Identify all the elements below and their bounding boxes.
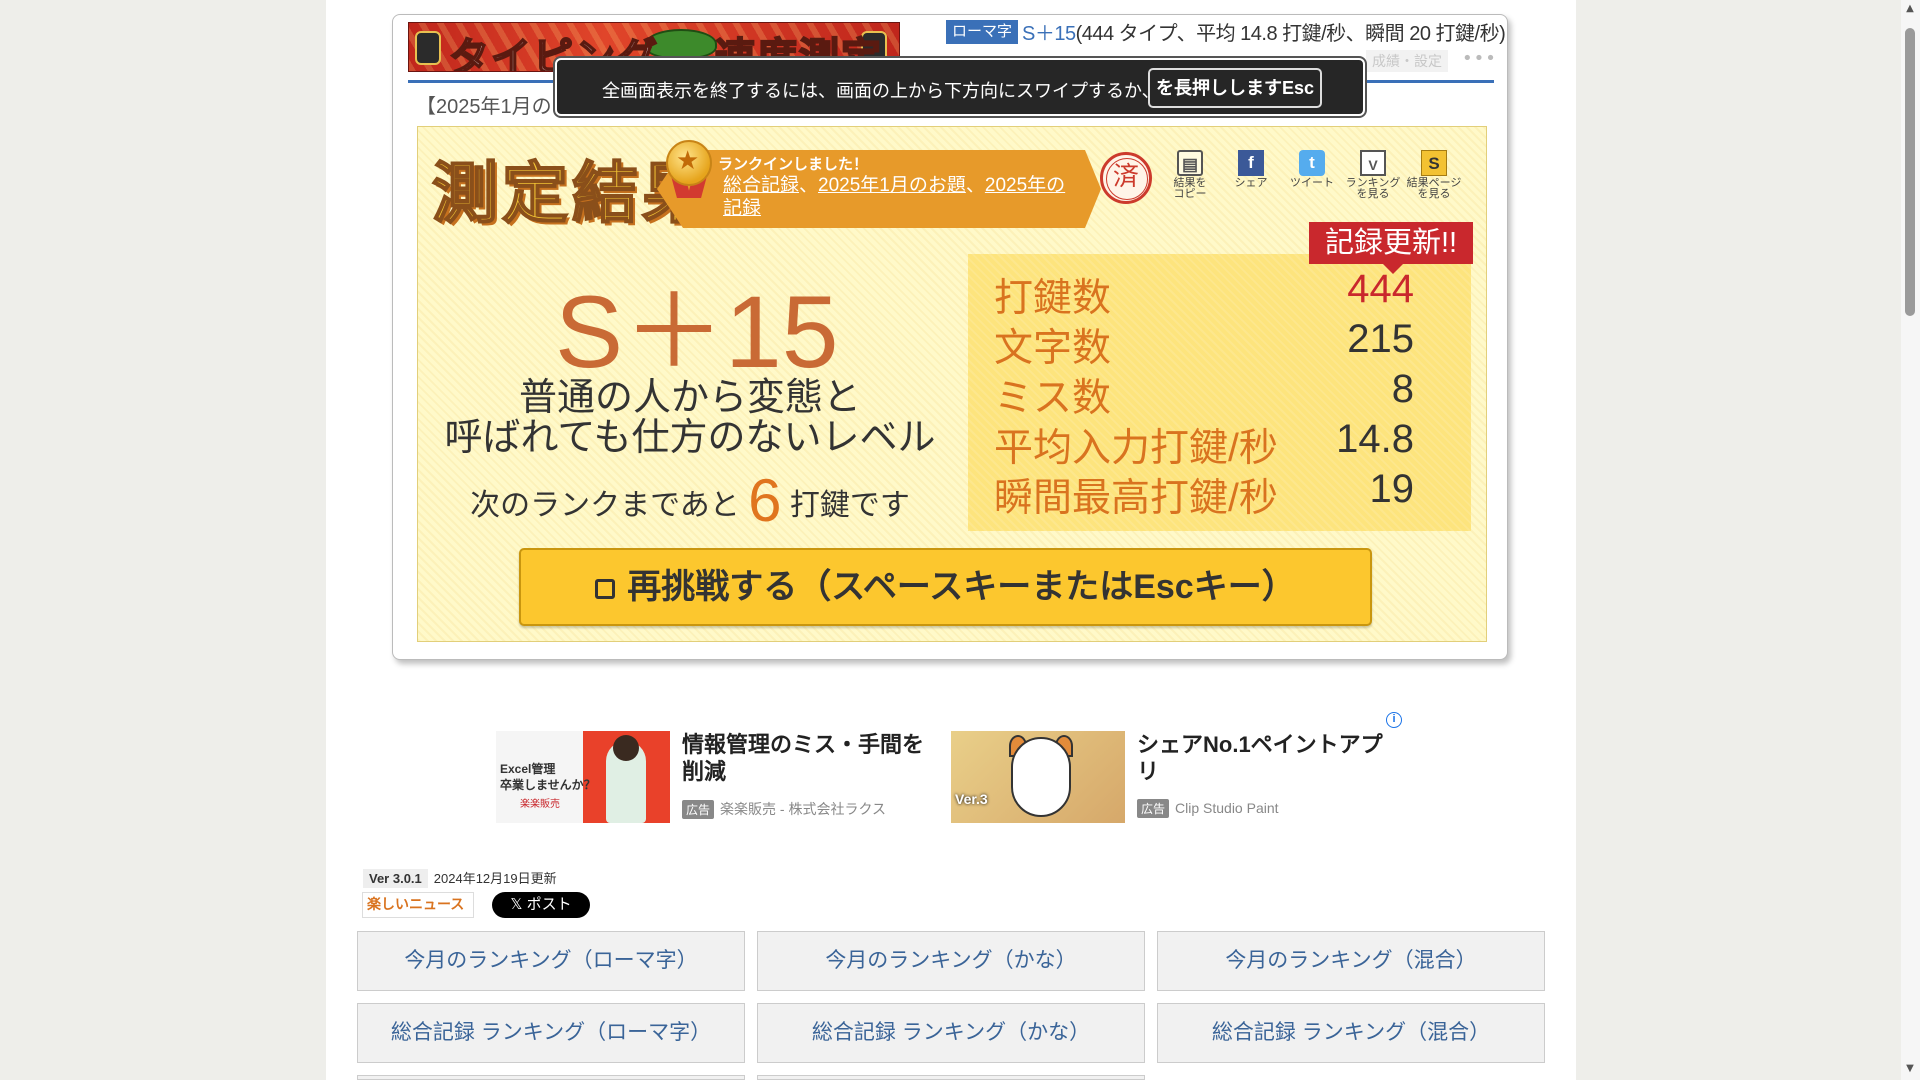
next-count: 6	[748, 467, 782, 534]
topic-title: 【2025年1月のお	[416, 96, 572, 118]
x-post-button[interactable]: 𝕏 ポスト	[492, 892, 590, 918]
ad-version-label: Ver.3	[955, 791, 988, 807]
ad-thumbnail-logo: 楽楽販売	[520, 799, 560, 810]
rank-in-links: 総合記録、2025年1月のお題、2025年の記録	[723, 174, 1083, 220]
ad-advertiser: 楽楽販売 - 株式会社ラクス	[720, 801, 887, 817]
ad-card-rakuraku[interactable]: Excel管理 卒業しませんか？ 楽楽販売 情報管理のミス・手間を削減 広告 楽楽販…	[496, 731, 946, 823]
tool-label: シェア	[1234, 177, 1268, 189]
star-icon: ★	[676, 146, 700, 176]
summary-detail: (444 タイプ、平均 14.8 打鍵/秒、瞬間 20 打鍵/秒)	[1075, 23, 1506, 45]
ad-thumbnail: Ver.3	[951, 731, 1125, 823]
ranking-month-kana-button[interactable]: 今月のランキング（かな）	[757, 931, 1145, 991]
level-line-1: 普通の人から変態と	[518, 377, 861, 419]
stat-label: 瞬間最高打鍵/秒	[994, 477, 1278, 520]
level-line-2: 呼ばれても仕方のないレベル	[444, 417, 936, 459]
ranking-month-mixed-button[interactable]: 今月のランキング（混合）	[1157, 931, 1545, 991]
rank-link-separator: 、	[799, 175, 819, 196]
stat-label: 打鍵数	[994, 277, 1112, 320]
stat-row-keystrokes: 打鍵数 444	[994, 267, 1454, 320]
view-result-page-button[interactable]: S 結果ページ を見る	[1401, 150, 1467, 200]
stat-row-peak-speed: 瞬間最高打鍵/秒 19	[994, 467, 1454, 520]
grade-rank: S＋15	[555, 275, 839, 389]
stat-label: ミス数	[994, 377, 1112, 420]
record-update-badge: 記録更新!!	[1309, 222, 1473, 274]
ad-person-head	[613, 735, 639, 761]
ad-advertiser: Clip Studio Paint	[1175, 800, 1279, 816]
copy-result-button[interactable]: ▤ 結果を コピー	[1157, 150, 1223, 200]
version-info: Ver 3.0.1 2024年12月19日更新	[363, 868, 557, 888]
ranking-overall-romaji-button[interactable]: 総合記録 ランキング（ローマ字）	[357, 1003, 745, 1063]
ad-character-image	[1011, 737, 1071, 817]
stat-value: 14.8	[1336, 417, 1414, 461]
ranking-overall-kana-button[interactable]: 総合記録 ランキング（かな）	[757, 1003, 1145, 1063]
mode-badge: ローマ字	[946, 20, 1019, 44]
retry-button[interactable]: 再挑戦する（スペースキーまたはEscキー）	[519, 548, 1372, 626]
rank-link-overall[interactable]: 総合記録	[723, 175, 799, 196]
ad-source: 広告 Clip Studio Paint	[1137, 799, 1279, 818]
next-suffix: 打鍵です	[789, 489, 910, 522]
tweet-button[interactable]: t ツイート	[1279, 150, 1345, 189]
scrollbar-thumb[interactable]	[1905, 28, 1915, 316]
ranking-month-romaji-button[interactable]: 今月のランキング（ローマ字）	[357, 931, 745, 991]
tool-label: ツイート	[1290, 177, 1334, 189]
settings-link[interactable]: 成績・設定	[1366, 50, 1448, 72]
stats-table: 打鍵数 444 文字数 215 ミス数 8 平均入力打鍵/秒 14.8 瞬間最高…	[968, 254, 1471, 531]
clipboard-icon: ▤	[1177, 150, 1203, 176]
tool-label: を見る	[1417, 188, 1451, 200]
ad-info-icon[interactable]: i	[1386, 712, 1402, 728]
facebook-icon: f	[1238, 150, 1264, 176]
ad-thumbnail-text: Excel管理 卒業しませんか？	[500, 762, 596, 792]
stat-value: 19	[1369, 467, 1415, 511]
fullscreen-exit-toast: 全画面表示を終了するには、画面の上から下方向にスワイプするか、 を長押ししますE…	[555, 58, 1365, 116]
ad-tag: 広告	[1137, 799, 1170, 818]
done-stamp-icon: 済	[1100, 152, 1152, 204]
next-rank-info: 次のランクまであと 6 打鍵です	[440, 466, 940, 535]
more-menu-icon[interactable]: •••	[1462, 48, 1497, 69]
ad-thumbnail: Excel管理 卒業しませんか？ 楽楽販売	[496, 731, 670, 823]
tool-label: コピー	[1173, 188, 1207, 200]
ad-tag: 広告	[682, 800, 715, 819]
rank-in-banner: ランクインしました！ 総合記録、2025年1月のお題、2025年の記録	[657, 150, 1101, 228]
ad-source: 広告 楽楽販売 - 株式会社ラクス	[682, 799, 886, 819]
stat-value: 444	[1347, 267, 1414, 311]
scroll-down-icon[interactable]: ▼	[1903, 1062, 1917, 1076]
version-badge: Ver 3.0.1	[363, 869, 428, 888]
rank-in-heading: ランクインしました！	[718, 156, 869, 173]
next-prefix: 次のランクまであと	[470, 489, 740, 522]
toast-key-hint: を長押ししますEsc	[1148, 68, 1323, 108]
ranking-icon: V	[1360, 150, 1386, 176]
view-ranking-button[interactable]: V ランキング を見る	[1340, 150, 1406, 200]
twitter-icon: t	[1299, 150, 1325, 176]
stat-row-characters: 文字数 215	[994, 317, 1454, 370]
ranking-next-row-button[interactable]	[757, 1075, 1145, 1080]
toast-message: 全画面表示を終了するには、画面の上から下方向にスワイプするか、	[602, 81, 1160, 101]
ad-headline: 情報管理のミス・手間を削減	[682, 732, 925, 784]
retry-icon	[595, 579, 616, 599]
stat-row-misses: ミス数 8	[994, 367, 1454, 420]
stat-row-average-speed: 平均入力打鍵/秒 14.8	[994, 417, 1454, 470]
stat-value: 8	[1391, 367, 1414, 411]
rank-link-month-topic[interactable]: 2025年1月のお題	[818, 175, 966, 196]
ranking-overall-mixed-button[interactable]: 総合記録 ランキング（混合）	[1157, 1003, 1545, 1063]
news-logo-link[interactable]: 楽しいニュース	[362, 892, 474, 918]
facebook-share-button[interactable]: f シェア	[1218, 150, 1284, 189]
stat-label: 平均入力打鍵/秒	[994, 427, 1278, 470]
banner-ornament-left	[415, 31, 441, 65]
result-page-icon: S	[1421, 150, 1447, 176]
stat-label: 文字数	[994, 327, 1112, 370]
tool-label: を見る	[1356, 188, 1390, 200]
ad-headline: シェアNo.1ペイントアプリ	[1137, 732, 1383, 784]
ad-card-clip-studio[interactable]: Ver.3 シェアNo.1ペイントアプリ 広告 Clip Studio Paint	[951, 731, 1401, 823]
summary-rank: S＋15	[1022, 23, 1076, 45]
scroll-up-icon[interactable]: ▲	[1903, 2, 1917, 16]
update-date: 2024年12月19日更新	[433, 871, 557, 886]
level-description: 普通の人から変態と 呼ばれても仕方のないレベル	[440, 378, 940, 458]
medal-icon: ★	[666, 140, 712, 186]
rank-link-separator: 、	[965, 175, 985, 196]
stat-value: 215	[1347, 317, 1414, 361]
ranking-next-row-button[interactable]	[357, 1075, 745, 1080]
result-summary: S＋15(444 タイプ、平均 14.8 打鍵/秒、瞬間 20 打鍵/秒)	[1022, 17, 1506, 46]
retry-label: 再挑戦する（スペースキーまたはEscキー）	[627, 568, 1296, 606]
